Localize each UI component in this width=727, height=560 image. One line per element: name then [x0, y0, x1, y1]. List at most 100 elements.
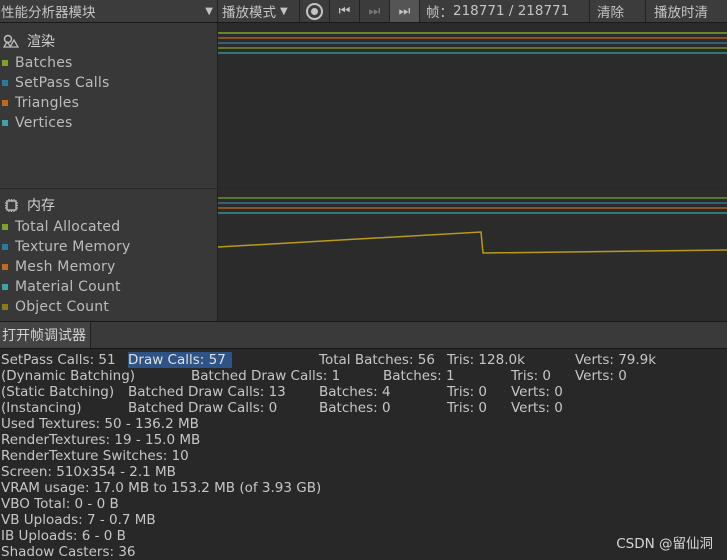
rendering-legend-item[interactable]: Triangles: [0, 93, 217, 113]
used-textures: Used Textures: 50 - 136.2 MB: [1, 416, 199, 432]
rendering-graph[interactable]: [218, 23, 727, 188]
clear-button[interactable]: 清除: [590, 0, 646, 22]
rendering-legend: Batches SetPass Calls Triangles Vertices: [0, 53, 217, 133]
setpass-calls: SetPass Calls: 51: [1, 352, 116, 368]
memory-chip-icon: [3, 197, 19, 213]
memory-module-panel[interactable]: 内存 Total Allocated Texture Memory Mesh Mem…: [0, 189, 218, 321]
next-frame-button[interactable]: ⏭: [360, 0, 390, 22]
total-batches: Total Batches: 56: [319, 352, 435, 368]
frame-label: 帧：: [426, 5, 453, 21]
watermark: CSDN @留仙洞: [616, 536, 713, 552]
memory-legend-item[interactable]: Mesh Memory: [0, 257, 217, 277]
static-batches: Batches: 4: [319, 384, 391, 400]
rendering-title-label: 渲染: [27, 34, 55, 50]
color-swatch-icon: [2, 244, 8, 250]
rendering-legend-label: SetPass Calls: [15, 75, 110, 91]
dynamic-verts: Verts: 0: [575, 368, 627, 384]
render-textures: RenderTextures: 19 - 15.0 MB: [1, 432, 201, 448]
instancing-batches: Batches: 0: [319, 400, 391, 416]
rendering-legend-label: Batches: [15, 55, 73, 71]
skip-back-icon: ⏮: [338, 3, 351, 19]
memory-legend-label: Object Count: [15, 299, 110, 315]
total-verts: Verts: 79.9k: [575, 352, 657, 368]
memory-legend-item[interactable]: Total Allocated: [0, 217, 217, 237]
total-tris: Tris: 128.0k: [447, 352, 525, 368]
color-swatch-icon: [2, 304, 8, 310]
frame-total: 218771: [517, 3, 570, 19]
color-swatch-icon: [2, 60, 8, 66]
instancing-batched-draw-calls: Batched Draw Calls: 0: [128, 400, 278, 416]
static-verts: Verts: 0: [511, 384, 563, 400]
rendering-legend-item[interactable]: Batches: [0, 53, 217, 73]
dynamic-tris: Tris: 0: [511, 368, 552, 384]
memory-legend-item[interactable]: Object Count: [0, 297, 217, 317]
open-frame-debugger-label: 打开帧调试器: [2, 328, 86, 344]
color-swatch-icon: [2, 284, 8, 290]
open-frame-debugger-button[interactable]: 打开帧调试器: [0, 322, 91, 348]
rendering-legend-item[interactable]: SetPass Calls: [0, 73, 217, 93]
color-swatch-icon: [2, 120, 8, 126]
ib-uploads: IB Uploads: 6 - 0 B: [1, 528, 126, 544]
instancing-verts: Verts: 0: [511, 400, 563, 416]
module-dropdown-label: 性能分析器模块: [1, 5, 96, 21]
clear-label: 清除: [597, 5, 624, 21]
record-button[interactable]: [300, 0, 330, 22]
static-tris: Tris: 0: [447, 384, 488, 400]
color-swatch-icon: [2, 264, 8, 270]
clear-on-play-button[interactable]: 播放时清: [646, 0, 708, 22]
memory-graph[interactable]: [218, 189, 727, 321]
stats-row-dynamic: (Dynamic Batching) Batched Draw Calls: 1…: [0, 368, 727, 384]
memory-module-title[interactable]: 内存: [0, 193, 217, 217]
play-mode-label: 播放模式: [222, 5, 276, 21]
frame-debugger-strip: 打开帧调试器: [0, 321, 727, 349]
memory-legend-label: Texture Memory: [15, 239, 131, 255]
fast-forward-icon: ⏭: [398, 3, 411, 19]
screen-stat: Screen: 510x354 - 2.1 MB: [1, 464, 176, 480]
memory-legend-label: Total Allocated: [15, 219, 121, 235]
clear-on-play-label: 播放时清: [654, 5, 708, 21]
instancing-label: (Instancing): [1, 400, 82, 416]
vbo-total: VBO Total: 0 - 0 B: [1, 496, 119, 512]
chevron-down-icon: ▼: [280, 5, 288, 17]
render-texture-switches: RenderTexture Switches: 10: [1, 448, 189, 464]
rendering-legend-item[interactable]: Vertices: [0, 113, 217, 133]
stats-row-main: SetPass Calls: 51 Draw Calls: 57 Total B…: [0, 352, 727, 368]
dynamic-batching-label: (Dynamic Batching): [1, 368, 136, 384]
play-mode-dropdown[interactable]: 播放模式 ▼: [218, 0, 300, 22]
chevron-down-icon: ▼: [205, 5, 213, 17]
color-swatch-icon: [2, 80, 8, 86]
dynamic-batched-draw-calls: Batched Draw Calls: 1: [191, 368, 341, 384]
dynamic-batches: Batches: 1: [383, 368, 455, 384]
static-batched-draw-calls: Batched Draw Calls: 13: [128, 384, 286, 400]
memory-legend-item[interactable]: Texture Memory: [0, 237, 217, 257]
frame-current: 218771: [453, 3, 505, 19]
rendering-module-title[interactable]: 渲染: [0, 29, 217, 53]
frame-counter: 帧： 218771 / 218771: [420, 0, 590, 22]
color-swatch-icon: [2, 100, 8, 106]
vram-usage: VRAM usage: 17.0 MB to 153.2 MB (of 3.93…: [1, 480, 322, 496]
rendering-icon: [3, 33, 19, 49]
step-forward-icon: ⏭: [368, 3, 381, 19]
rendering-legend-label: Triangles: [15, 95, 80, 111]
memory-legend-label: Mesh Memory: [15, 259, 116, 275]
memory-title-label: 内存: [27, 198, 55, 214]
profiler-toolbar: 性能分析器模块 ▼ 播放模式 ▼ ⏮ ⏭ ⏭ 帧： 218771 / 21877…: [0, 0, 727, 23]
stats-row-static: (Static Batching) Batched Draw Calls: 13…: [0, 384, 727, 400]
rendering-legend-label: Vertices: [15, 115, 73, 131]
draw-calls-selected[interactable]: Draw Calls: 57: [128, 352, 232, 368]
rendering-module-panel[interactable]: 渲染 Batches SetPass Calls Triangles Vertices: [0, 23, 218, 188]
memory-legend: Total Allocated Texture Memory Mesh Memory…: [0, 217, 217, 317]
record-icon: [306, 2, 323, 20]
memory-legend-item[interactable]: Material Count: [0, 277, 217, 297]
vb-uploads: VB Uploads: 7 - 0.7 MB: [1, 512, 156, 528]
module-dropdown[interactable]: 性能分析器模块 ▼: [0, 0, 218, 22]
current-frame-button[interactable]: ⏭: [390, 0, 420, 22]
first-frame-button[interactable]: ⏮: [330, 0, 360, 22]
memory-legend-label: Material Count: [15, 279, 121, 295]
stats-row-instancing: (Instancing) Batched Draw Calls: 0 Batch…: [0, 400, 727, 416]
shadow-casters: Shadow Casters: 36: [1, 544, 136, 560]
color-swatch-icon: [2, 224, 8, 230]
object-count-line: [218, 231, 727, 254]
frame-separator: /: [504, 3, 518, 19]
static-batching-label: (Static Batching): [1, 384, 115, 400]
